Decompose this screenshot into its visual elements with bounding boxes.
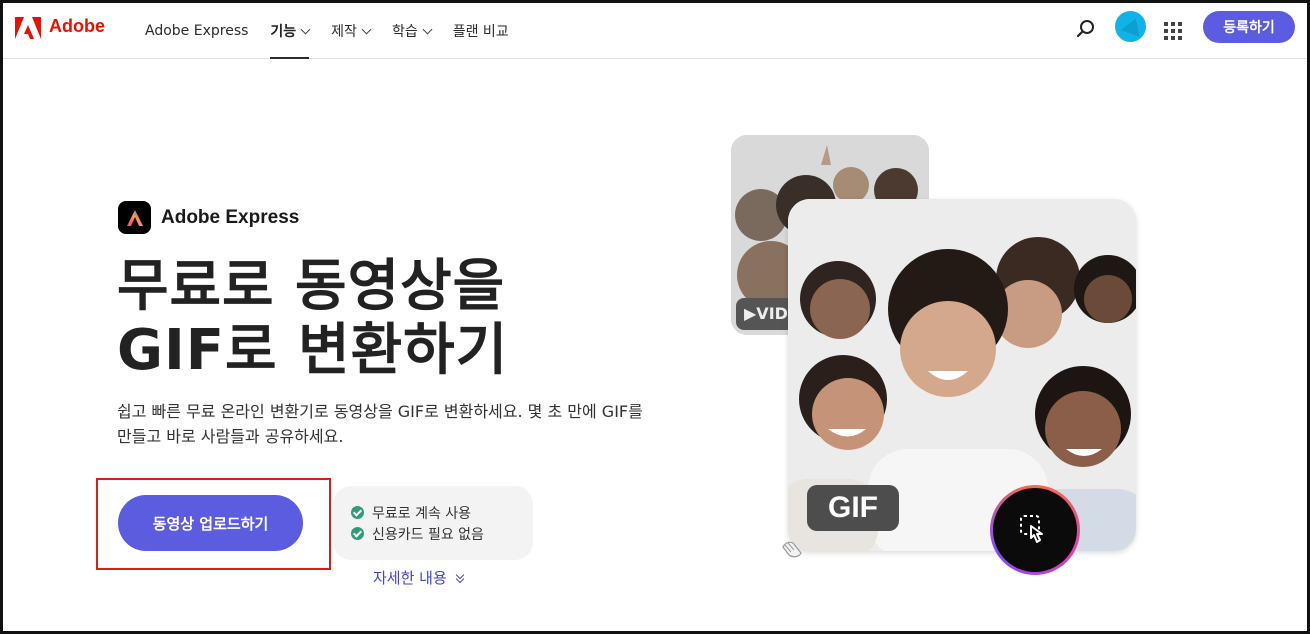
tap-gesture-icon xyxy=(1020,515,1043,543)
nav-item-compare-plans[interactable]: 플랜 비교 xyxy=(453,3,509,59)
benefit-label: 신용카드 필요 없음 xyxy=(372,526,484,543)
nav-item-label: 제작 xyxy=(331,24,357,40)
benefit-item: 신용카드 필요 없음 xyxy=(351,523,533,544)
headline-line-1: 무료로 동영상을 xyxy=(117,254,506,319)
main-nav: Adobe Express 기능 제작 학습 플랜 비교 xyxy=(145,3,531,59)
benefits-panel: 무료로 계속 사용 신용카드 필요 없음 xyxy=(333,486,533,560)
check-circle-icon xyxy=(351,527,364,540)
product-brand: Adobe Express xyxy=(118,201,299,234)
gif-animation-badge xyxy=(990,485,1080,575)
product-name: Adobe Express xyxy=(161,206,300,228)
video-badge: ▶VID xyxy=(736,298,796,330)
hero-description: 쉽고 빠른 무료 온라인 변환기로 동영상을 GIF로 변환하세요. 몇 초 만… xyxy=(117,402,643,446)
apps-grid-icon[interactable] xyxy=(1164,22,1182,40)
adobe-express-logo-icon xyxy=(118,201,151,234)
signup-button[interactable]: 등록하기 xyxy=(1203,11,1295,43)
avatar[interactable] xyxy=(1115,11,1146,42)
adobe-wordmark[interactable]: Adobe xyxy=(49,16,105,37)
chevron-down-icon xyxy=(300,24,311,34)
double-chevron-down-icon xyxy=(455,572,465,584)
nav-item-label: 학습 xyxy=(391,24,418,40)
search-icon[interactable] xyxy=(1076,19,1096,39)
nav-item-learn[interactable]: 학습 xyxy=(391,3,433,59)
nav-item-create[interactable]: 제작 xyxy=(331,3,372,59)
page-title: 무료로 동영상을 GIF로 변환하기 xyxy=(117,255,677,383)
check-circle-icon xyxy=(351,506,364,519)
chevron-down-icon xyxy=(422,24,433,34)
headline-line-2: GIF로 변환하기 xyxy=(117,318,509,383)
upload-video-button[interactable]: 동영상 업로드하기 xyxy=(118,495,303,551)
learn-more-link[interactable]: 자세한 내용 xyxy=(373,567,465,588)
benefit-label: 무료로 계속 사용 xyxy=(372,505,472,522)
nav-item-features[interactable]: 기능 xyxy=(270,3,311,59)
adobe-logo-icon[interactable] xyxy=(15,17,41,39)
hand-wave-icon xyxy=(782,541,802,558)
learn-more-label: 자세한 내용 xyxy=(373,569,447,587)
benefit-item: 무료로 계속 사용 xyxy=(351,502,533,523)
chevron-down-icon xyxy=(361,24,372,34)
global-nav-header: Adobe Adobe Express 기능 제작 학습 플랜 비교 등록하기 xyxy=(3,3,1307,59)
browser-viewport: Adobe Adobe Express 기능 제작 학습 플랜 비교 등록하기 … xyxy=(0,0,1310,634)
gif-badge: GIF xyxy=(807,485,899,531)
nav-item-label: 기능 xyxy=(270,24,297,40)
nav-item-label: 플랜 비교 xyxy=(452,24,509,40)
nav-item-label: Adobe Express xyxy=(145,23,249,39)
nav-item-adobe-express[interactable]: Adobe Express xyxy=(145,3,248,59)
